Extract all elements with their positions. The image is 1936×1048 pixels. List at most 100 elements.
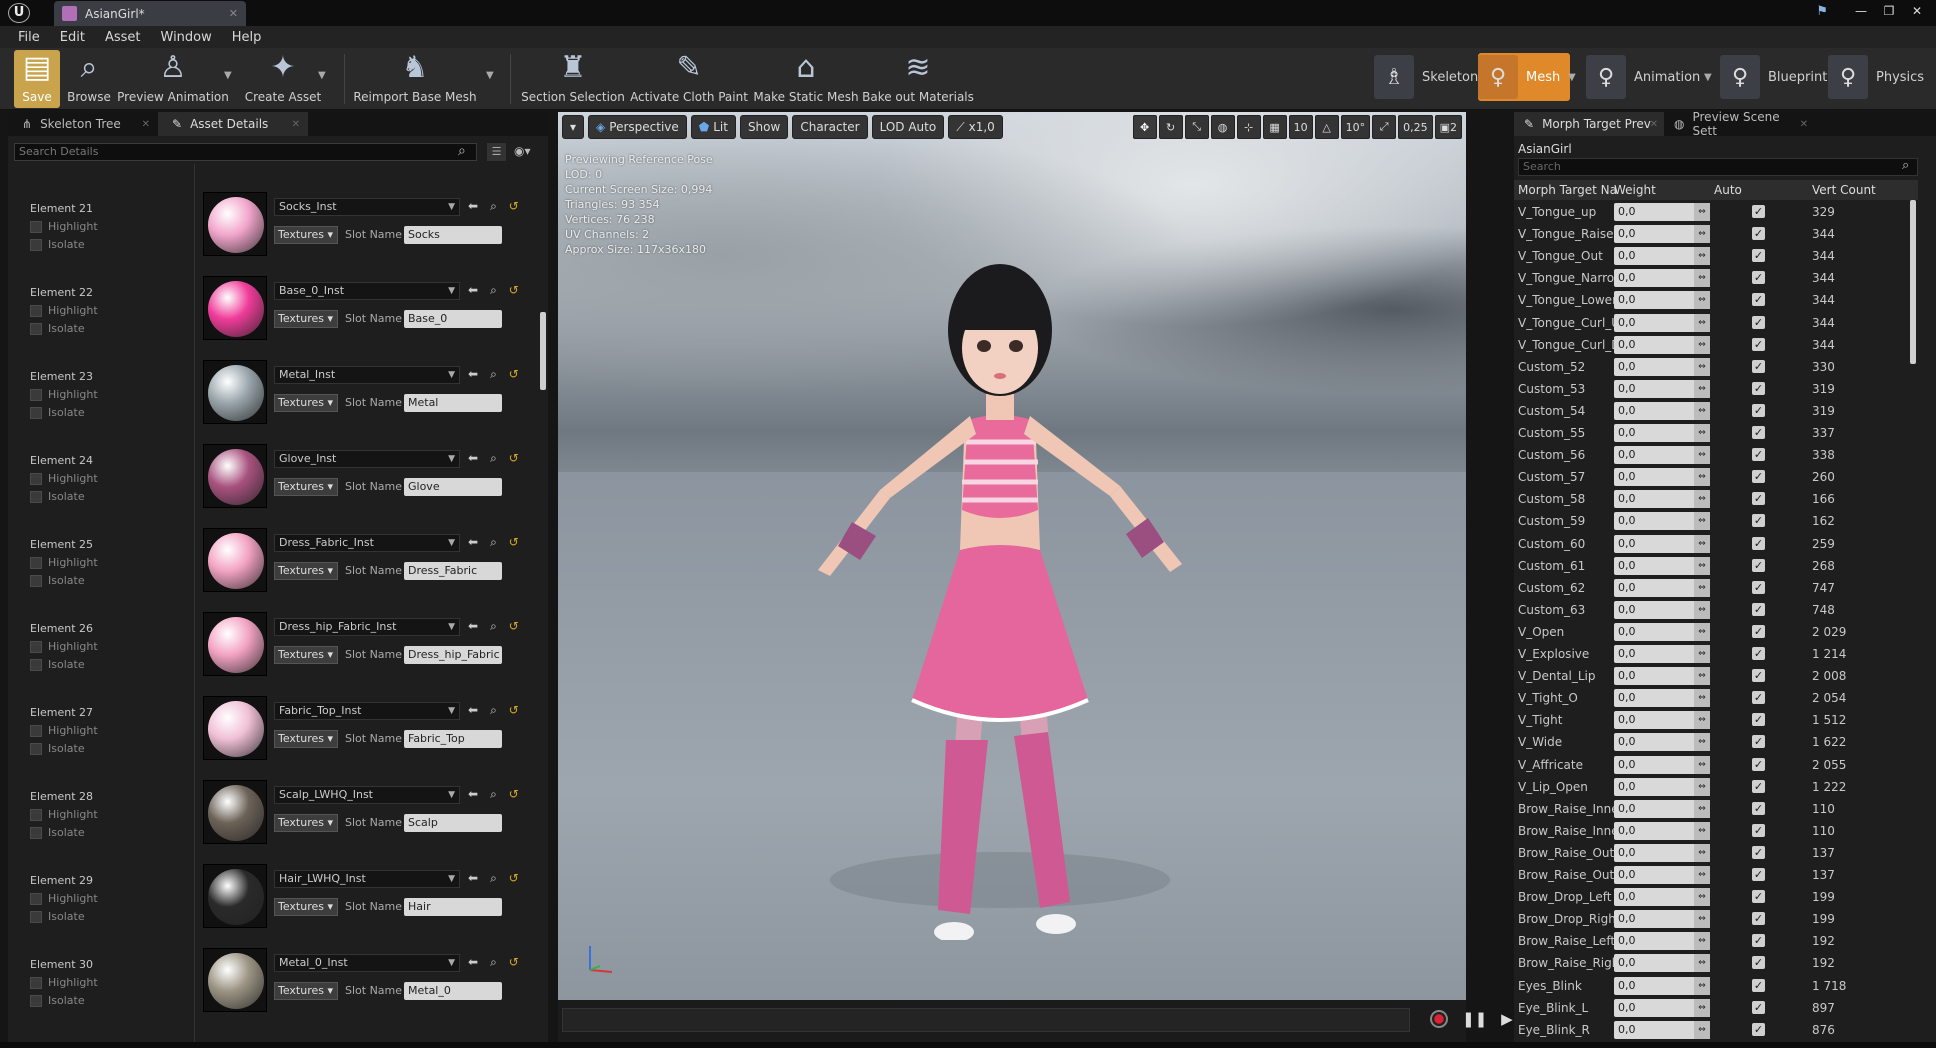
reset-icon[interactable]: ↺ [509, 787, 519, 802]
auto-checkbox[interactable]: ✓ [1752, 249, 1765, 263]
browse-button[interactable]: ⌕ Browse [64, 50, 114, 108]
weight-slider-icon[interactable]: ⇔ [1694, 998, 1710, 1017]
tab-skeleton-tree[interactable]: ⋔ Skeleton Tree ✕ [8, 112, 158, 136]
scale-snap-value[interactable]: 0,25 [1398, 115, 1433, 139]
auto-checkbox[interactable]: ✓ [1752, 713, 1765, 727]
highlight-checkbox[interactable] [30, 220, 42, 233]
weight-slider-icon[interactable]: ⇔ [1694, 556, 1710, 575]
grid-snap-value[interactable]: 10 [1288, 115, 1313, 139]
weight-slider-icon[interactable]: ⇔ [1694, 910, 1710, 929]
morph-search-input[interactable]: Search [1518, 158, 1918, 176]
weight-slider-icon[interactable]: ⇔ [1694, 932, 1710, 951]
material-picker[interactable]: Hair_LWHQ_Inst ▼ [274, 870, 460, 888]
isolate-checkbox[interactable] [30, 910, 42, 923]
view-options-icon[interactable]: ◉▾ [514, 144, 531, 158]
auto-checkbox[interactable]: ✓ [1752, 536, 1765, 550]
weight-input[interactable]: 0,0 ⇔ [1614, 379, 1710, 398]
reset-icon[interactable]: ↺ [509, 703, 519, 718]
isolate-checkbox[interactable] [30, 574, 42, 587]
weight-input[interactable]: 0,0 ⇔ [1614, 490, 1710, 509]
weight-slider-icon[interactable]: ⇔ [1694, 843, 1710, 862]
preview-animation-button[interactable]: ♙ Preview Animation [117, 50, 229, 108]
menu-window[interactable]: Window [161, 30, 212, 45]
weight-input[interactable]: 0,0 ⇔ [1614, 910, 1710, 929]
translate-icon[interactable]: ✥ [1132, 115, 1157, 139]
textures-dropdown[interactable]: Textures ▾ [274, 982, 338, 1000]
weight-input[interactable]: 0,0 ⇔ [1614, 954, 1710, 973]
highlight-checkbox[interactable] [30, 304, 42, 317]
auto-checkbox[interactable]: ✓ [1752, 448, 1765, 462]
weight-slider-icon[interactable]: ⇔ [1694, 689, 1710, 708]
playback-speed-button[interactable]: ⟋ x1,0 [948, 115, 1003, 139]
highlight-checkbox-row[interactable]: Highlight [30, 976, 98, 989]
auto-checkbox[interactable]: ✓ [1752, 890, 1765, 904]
character-button[interactable]: Character [792, 115, 868, 139]
auto-checkbox[interactable]: ✓ [1752, 470, 1765, 484]
textures-dropdown[interactable]: Textures ▾ [274, 226, 338, 244]
auto-checkbox[interactable]: ✓ [1752, 978, 1765, 992]
viewport[interactable]: ▾ ◈ Perspective ⬟ Lit Show Character LOD A… [558, 112, 1466, 1000]
weight-slider-icon[interactable]: ⇔ [1694, 225, 1710, 244]
material-thumbnail[interactable] [203, 780, 267, 844]
highlight-checkbox[interactable] [30, 556, 42, 569]
highlight-checkbox[interactable] [30, 388, 42, 401]
create-asset-button[interactable]: ✦ Create Asset [244, 50, 322, 108]
morph-list-scrollbar[interactable] [1910, 200, 1916, 364]
auto-checkbox[interactable]: ✓ [1752, 845, 1765, 859]
weight-slider-icon[interactable]: ⇔ [1694, 203, 1710, 221]
material-thumbnail[interactable] [203, 360, 267, 424]
textures-dropdown[interactable]: Textures ▾ [274, 646, 338, 664]
weight-slider-icon[interactable]: ⇔ [1694, 468, 1710, 487]
reimport-dropdown-icon[interactable]: ▼ [486, 70, 494, 81]
isolate-checkbox-row[interactable]: Isolate [30, 406, 85, 419]
material-thumbnail[interactable] [203, 528, 267, 592]
browse-icon[interactable]: ⌕ [490, 535, 497, 550]
weight-slider-icon[interactable]: ⇔ [1694, 777, 1710, 796]
pause-icon[interactable]: ❚❚ [1462, 1010, 1487, 1028]
browse-icon[interactable]: ⌕ [490, 955, 497, 970]
highlight-checkbox-row[interactable]: Highlight [30, 808, 98, 821]
auto-checkbox[interactable]: ✓ [1752, 868, 1765, 881]
isolate-checkbox[interactable] [30, 238, 42, 251]
material-thumbnail[interactable] [203, 948, 267, 1012]
isolate-checkbox[interactable] [30, 322, 42, 335]
auto-checkbox[interactable]: ✓ [1752, 426, 1765, 439]
highlight-checkbox-row[interactable]: Highlight [30, 556, 98, 569]
auto-checkbox[interactable]: ✓ [1752, 492, 1765, 506]
slot-name-field[interactable]: Scalp [404, 814, 502, 832]
auto-checkbox[interactable]: ✓ [1752, 558, 1765, 572]
weight-input[interactable]: 0,0 ⇔ [1614, 335, 1710, 354]
auto-checkbox[interactable]: ✓ [1752, 514, 1765, 528]
menu-file[interactable]: File [18, 30, 40, 45]
weight-input[interactable]: 0,0 ⇔ [1614, 446, 1710, 465]
weight-input[interactable]: 0,0 ⇔ [1614, 689, 1710, 708]
auto-checkbox[interactable]: ✓ [1752, 912, 1765, 926]
material-thumbnail[interactable] [203, 864, 267, 928]
weight-slider-icon[interactable]: ⇔ [1694, 711, 1710, 730]
section-selection-button[interactable]: ♜ Section Selection [521, 50, 625, 108]
auto-checkbox[interactable]: ✓ [1752, 779, 1765, 793]
highlight-checkbox-row[interactable]: Highlight [30, 472, 98, 485]
textures-dropdown[interactable]: Textures ▾ [274, 478, 338, 496]
weight-input[interactable]: 0,0 ⇔ [1614, 777, 1710, 796]
slot-name-field[interactable]: Metal [404, 394, 502, 412]
scale-snap-icon[interactable]: ⤢ [1372, 115, 1397, 139]
timeline-track[interactable] [562, 1008, 1410, 1032]
bake-out-materials-button[interactable]: ≋ Bake out Materials [862, 50, 974, 108]
isolate-checkbox-row[interactable]: Isolate [30, 742, 85, 755]
slot-name-field[interactable]: Dress_hip_Fabric [404, 646, 502, 664]
auto-checkbox[interactable]: ✓ [1752, 1000, 1765, 1014]
weight-input[interactable]: 0,0 ⇔ [1614, 291, 1710, 310]
highlight-checkbox[interactable] [30, 724, 42, 737]
mesh-mode-dropdown-icon[interactable]: ▼ [1568, 72, 1576, 83]
mode-mesh[interactable]: ♀ Mesh [1478, 53, 1571, 101]
isolate-checkbox[interactable] [30, 406, 42, 419]
weight-input[interactable]: 0,0 ⇔ [1614, 755, 1710, 774]
scale-icon[interactable]: ⤡ [1184, 115, 1209, 139]
tab-preview-scene-settings[interactable]: ◍ Preview Scene Sett ✕ [1664, 110, 1814, 138]
reset-icon[interactable]: ↺ [509, 199, 519, 214]
use-selected-icon[interactable]: ⬅ [468, 787, 478, 802]
isolate-checkbox[interactable] [30, 826, 42, 839]
textures-dropdown[interactable]: Textures ▾ [274, 898, 338, 916]
weight-slider-icon[interactable]: ⇔ [1694, 401, 1710, 420]
